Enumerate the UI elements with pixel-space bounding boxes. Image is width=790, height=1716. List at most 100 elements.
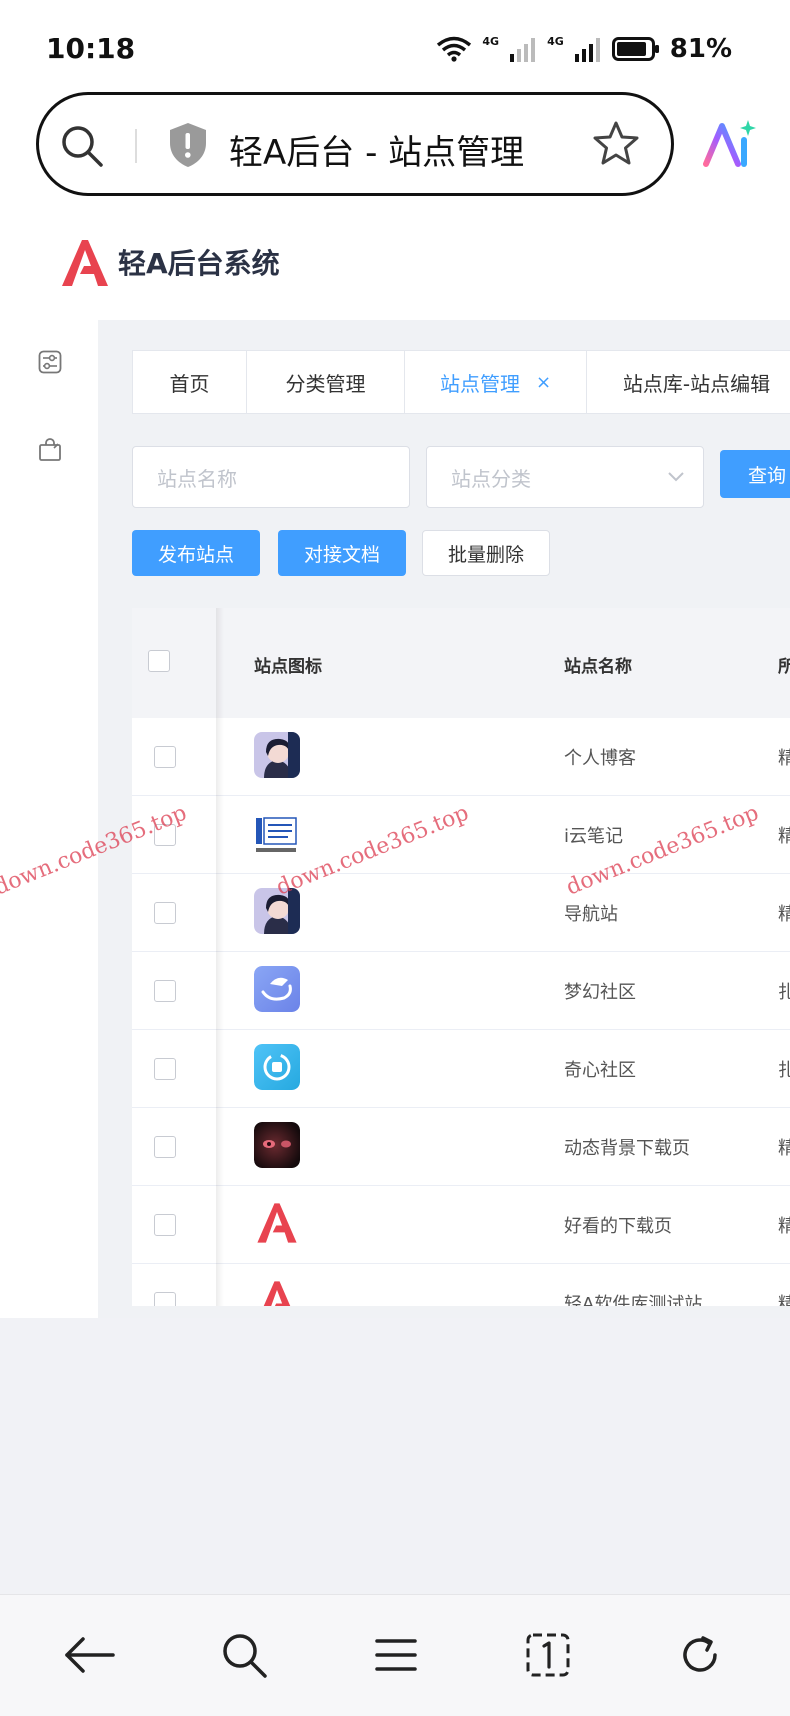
docs-label: 对接文档 <box>303 543 380 566</box>
table-row[interactable]: 奇心社区 扎 <box>132 1030 790 1108</box>
sidebar <box>0 320 98 1318</box>
publish-label: 发布站点 <box>157 543 234 566</box>
dark-portrait-icon <box>254 1122 300 1168</box>
signal-icon <box>574 38 600 62</box>
menu-button[interactable] <box>366 1625 426 1685</box>
row-checkbox[interactable] <box>154 746 176 768</box>
site-extra: 精 <box>778 1216 790 1237</box>
site-extra: 扎 <box>778 1060 790 1081</box>
qixin-community-logo-icon <box>254 1044 300 1090</box>
table-row[interactable]: 轻A软件库测试站 精 <box>132 1264 790 1306</box>
table-header: 站点图标 站点名称 所 <box>132 608 790 718</box>
avatar-anime-icon <box>254 732 300 778</box>
site-name: 梦幻社区 <box>564 982 636 1003</box>
site-extra: 精 <box>778 826 790 847</box>
network-type-2: 4G <box>547 34 564 48</box>
brand-logo <box>62 240 108 286</box>
table-row[interactable]: 导航站 精 <box>132 874 790 952</box>
tab-site-management[interactable]: 站点管理 × <box>404 350 586 414</box>
row-checkbox[interactable] <box>154 1058 176 1080</box>
site-extra: 精 <box>778 904 790 925</box>
site-name: 个人博客 <box>564 748 636 769</box>
site-extra: 扎 <box>778 982 790 1003</box>
signal-icon-weak <box>510 38 536 62</box>
site-name: 导航站 <box>564 904 618 925</box>
tab-site-edit[interactable]: 站点库-站点编辑 <box>586 350 790 414</box>
battery-icon <box>611 37 659 61</box>
security-shield-icon[interactable] <box>167 121 209 169</box>
select-all-checkbox[interactable] <box>148 650 170 672</box>
refresh-button[interactable] <box>670 1625 730 1685</box>
arrow-left-icon <box>65 1637 115 1673</box>
search-icon[interactable] <box>59 123 105 169</box>
tabs-button[interactable] <box>518 1625 578 1685</box>
column-header-icon: 站点图标 <box>254 657 322 677</box>
tab-category[interactable]: 分类管理 <box>246 350 404 414</box>
site-table: 站点图标 站点名称 所 个人博客 精 i云笔记 精 导航站 精 梦幻社区 扎 奇… <box>132 608 790 1306</box>
chevron-down-icon <box>668 472 684 482</box>
row-checkbox[interactable] <box>154 980 176 1002</box>
tab-label: 站点库-站点编辑 <box>622 371 771 396</box>
row-checkbox[interactable] <box>154 1136 176 1158</box>
browser-toolbar: 轻A后台 - 站点管理 <box>0 92 790 202</box>
search-icon <box>223 1634 267 1678</box>
tab-home[interactable]: 首页 <box>132 350 246 414</box>
network-type-1: 4G <box>482 34 500 48</box>
fixed-column-shadow <box>216 608 224 1306</box>
tab-label: 站点管理 <box>439 371 520 396</box>
shopping-bag-icon[interactable] <box>38 438 62 462</box>
site-name-input[interactable]: 站点名称 <box>132 446 410 508</box>
batch-delete-button[interactable]: 批量删除 <box>422 530 550 576</box>
status-bar: 10:18 4G 4G 81% <box>0 0 790 92</box>
app-title: 轻A后台系统 <box>118 247 280 280</box>
site-name-placeholder: 站点名称 <box>157 466 237 491</box>
status-icons: 4G 4G 81% <box>436 34 732 64</box>
back-button[interactable] <box>60 1625 120 1685</box>
dream-community-logo-icon <box>254 966 300 1012</box>
table-row[interactable]: 动态背景下载页 精 <box>132 1108 790 1186</box>
search-button[interactable] <box>214 1625 274 1685</box>
page-title: 轻A后台 - 站点管理 <box>229 133 525 173</box>
star-bookmark-icon[interactable] <box>591 119 641 169</box>
address-divider <box>135 129 137 163</box>
site-name: 奇心社区 <box>564 1060 636 1081</box>
battery-percent: 81% <box>669 34 732 64</box>
menu-icon <box>375 1639 417 1671</box>
column-header-extra: 所 <box>778 657 790 677</box>
table-row[interactable]: 梦幻社区 扎 <box>132 952 790 1030</box>
wifi-icon <box>437 36 472 62</box>
settings-sliders-icon[interactable] <box>38 350 62 374</box>
column-header-name: 站点名称 <box>564 657 632 677</box>
query-button[interactable]: 查询 <box>720 450 790 498</box>
tab-bar: 首页 分类管理 站点管理 × 站点库-站点编辑 <box>132 350 790 414</box>
tab-close-icon[interactable]: × <box>536 372 551 393</box>
site-extra: 精 <box>778 1138 790 1159</box>
site-name: 动态背景下载页 <box>564 1138 690 1159</box>
site-category-placeholder: 站点分类 <box>451 466 531 491</box>
app-header: 轻A后台系统 <box>0 202 790 320</box>
row-checkbox[interactable] <box>154 902 176 924</box>
tab-count-icon <box>526 1633 570 1677</box>
refresh-icon <box>683 1636 717 1672</box>
site-extra: 精 <box>778 1294 790 1306</box>
docs-button[interactable]: 对接文档 <box>278 530 406 576</box>
row-checkbox[interactable] <box>154 1292 176 1306</box>
site-name: 轻A软件库测试站 <box>564 1294 703 1306</box>
browser-bottom-nav <box>0 1594 790 1716</box>
publish-site-button[interactable]: 发布站点 <box>132 530 260 576</box>
red-a-logo-icon <box>254 1278 300 1306</box>
query-label: 查询 <box>748 464 787 487</box>
site-name: i云笔记 <box>564 826 624 847</box>
site-category-select[interactable]: 站点分类 <box>426 446 704 508</box>
tab-label: 分类管理 <box>285 371 366 396</box>
site-name: 好看的下载页 <box>564 1216 672 1237</box>
status-time: 10:18 <box>46 32 136 65</box>
table-row[interactable]: 个人博客 精 <box>132 718 790 796</box>
row-checkbox[interactable] <box>154 1214 176 1236</box>
ai-assistant-icon[interactable] <box>700 118 756 170</box>
site-extra: 精 <box>778 748 790 769</box>
icloud-notes-logo-icon <box>254 812 300 858</box>
red-a-logo-icon <box>254 1200 300 1246</box>
table-row[interactable]: 好看的下载页 精 <box>132 1186 790 1264</box>
address-bar[interactable]: 轻A后台 - 站点管理 <box>36 92 674 196</box>
